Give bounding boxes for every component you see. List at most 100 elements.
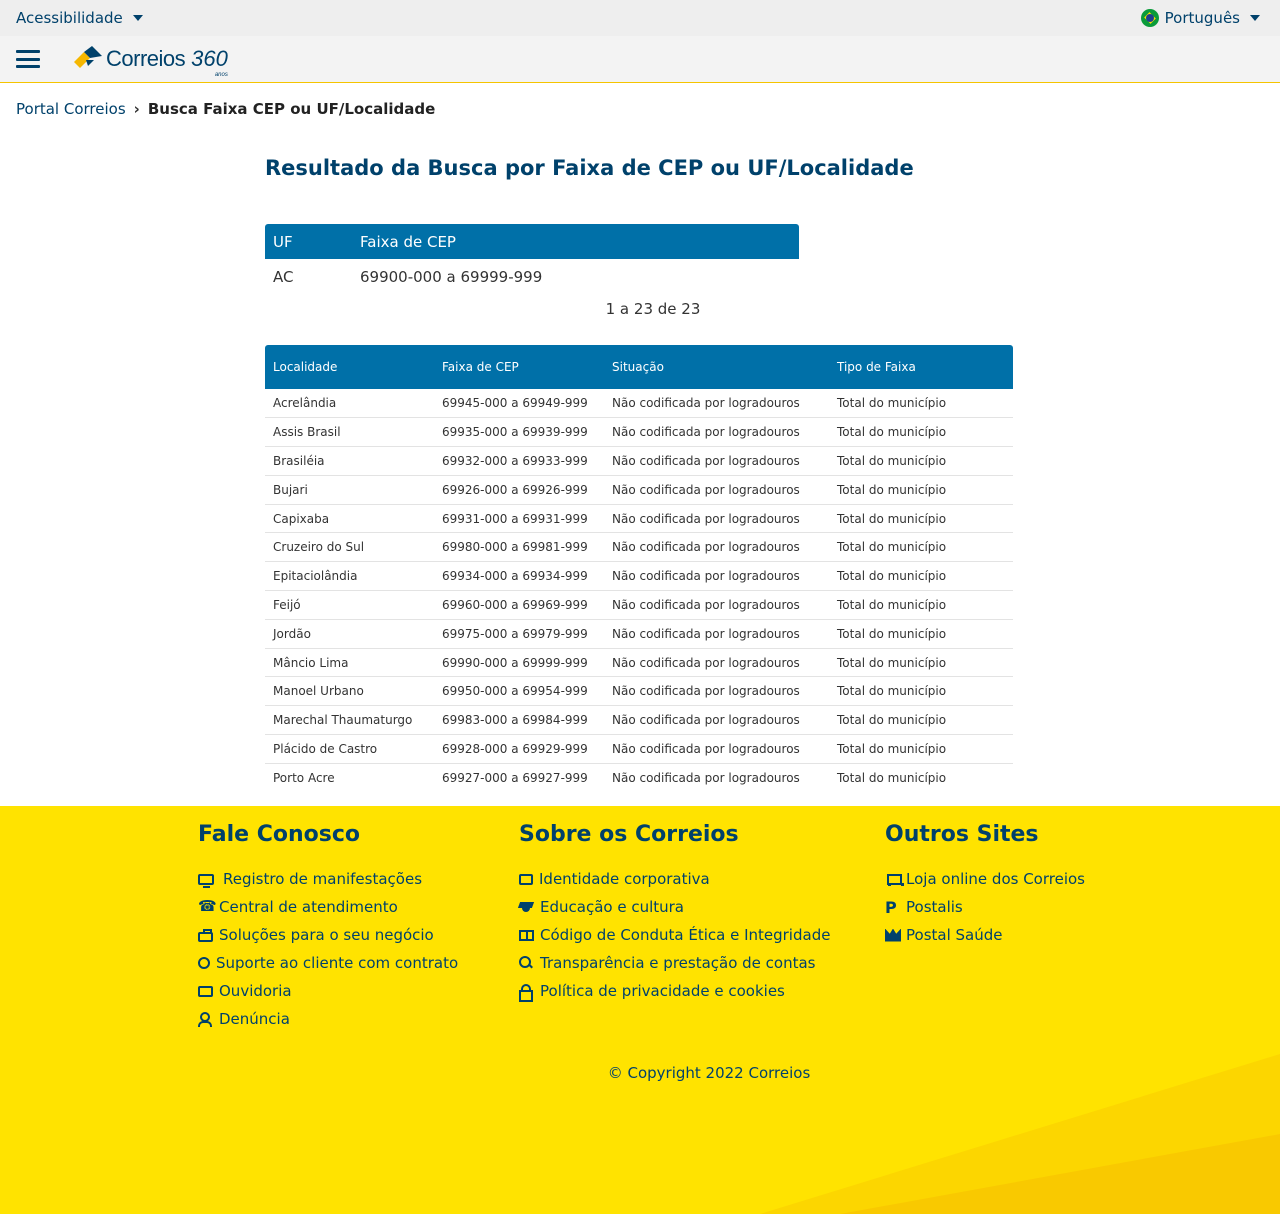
footer-link-label: Política de privacidade e cookies [540, 982, 785, 1000]
site-footer: Fale Conosco Registro de manifestações C… [0, 806, 1280, 1214]
footer-link[interactable]: Educação e cultura [519, 893, 830, 921]
correios-logo[interactable]: Correios 360 anos [72, 46, 228, 78]
faixa-cep-cell: 69900-000 a 69999-999 [360, 268, 543, 286]
footer-col-title: Sobre os Correios [519, 822, 739, 847]
localidade-cell: Feijó [265, 590, 434, 620]
language-selector[interactable]: Português [1140, 9, 1260, 27]
uf-header: UF [265, 224, 352, 259]
faixa-cep-cell: 69945-000 a 69949-999 [434, 389, 604, 419]
faixa-cep-cell: 69927-000 a 69927-999 [442, 771, 588, 785]
postalis-icon [885, 900, 900, 915]
footer-decoration [840, 1134, 1280, 1214]
briefcase-icon [198, 928, 213, 942]
tipo-faixa-cell: Total do município [829, 389, 1013, 419]
localidade-cell: Bujari [265, 475, 434, 505]
logo-wordmark: Correios [106, 46, 186, 71]
footer-col-outros-sites: Outros Sites Loja online dos Correios Po… [885, 822, 1085, 949]
localidade-cell: Acrelândia [265, 389, 434, 419]
accessibility-label: Acessibilidade [16, 9, 123, 27]
table-row: Mâncio Lima 69990-000 a 69999-999 Não codi… [265, 648, 1013, 678]
tipo-faixa-cell: Total do município [829, 676, 1013, 707]
correios-logo-mark-icon [74, 46, 102, 68]
language-label: Português [1164, 9, 1240, 27]
postal-saude-icon [885, 928, 900, 943]
localidade-cell: Porto Acre [273, 771, 335, 785]
footer-link-label: Registro de manifestações [223, 870, 423, 888]
footer-link-label: Educação e cultura [540, 898, 684, 916]
footer-link-label: Transparência e prestação de contas [540, 954, 816, 972]
localidade-table-body: Acrelândia 69945-000 a 69949-999 Não codif… [265, 389, 1013, 792]
footer-link-label: Central de atendimento [219, 898, 398, 916]
search-icon [519, 955, 534, 971]
page-title: Resultado da Busca por Faixa de CEP ou U… [265, 156, 914, 180]
chevron-down-icon [1250, 15, 1260, 21]
footer-link[interactable]: Registro de manifestações [198, 865, 458, 893]
situacao-cell: Não codificada por logradouros [604, 475, 829, 505]
tipo-faixa-cell: Total do município [829, 475, 1013, 505]
breadcrumb-home-link[interactable]: Portal Correios [16, 100, 126, 118]
uf-table: UF Faixa de CEP AC 69900-000 a 69999-999 [265, 224, 799, 295]
book-icon [519, 929, 534, 941]
faixa-cep-cell: 69928-000 a 69929-999 [434, 734, 604, 764]
faixa-cep-header: Faixa de CEP [434, 345, 604, 389]
footer-link-label: Identidade corporativa [539, 870, 710, 888]
situacao-cell: Não codificada por logradouros [612, 771, 800, 785]
id-card-icon [519, 873, 533, 885]
lock-icon [519, 983, 534, 1002]
footer-link[interactable]: Soluções para o seu negócio [198, 921, 458, 949]
breadcrumb-separator-icon: › [133, 100, 140, 118]
footer-link[interactable]: Política de privacidade e cookies [519, 977, 830, 1005]
situacao-cell: Não codificada por logradouros [604, 561, 829, 592]
footer-link[interactable]: Transparência e prestação de contas [519, 949, 830, 977]
footer-link-label: Ouvidoria [219, 982, 292, 1000]
situacao-cell: Não codificada por logradouros [604, 705, 829, 736]
footer-link[interactable]: Central de atendimento [198, 893, 458, 921]
situacao-header: Situação [604, 345, 829, 389]
footer-link-label: Postal Saúde [906, 926, 1003, 944]
table-row: AC 69900-000 a 69999-999 [265, 259, 799, 295]
tipo-faixa-cell: Total do município [829, 648, 1013, 678]
phone-icon [198, 897, 217, 915]
menu-icon[interactable] [16, 50, 40, 68]
footer-link[interactable]: Identidade corporativa [519, 865, 830, 893]
localidade-header: Localidade [265, 345, 434, 389]
localidade-table: Localidade Faixa de CEP Situação Tipo de… [265, 345, 1013, 792]
pagination-info: 1 a 23 de 23 [605, 300, 701, 318]
situacao-cell: Não codificada por logradouros [604, 590, 829, 620]
localidade-cell: Jordão [265, 619, 434, 649]
tipo-faixa-cell: Total do município [829, 590, 1013, 620]
table-row: Epitaciolândia 69934-000 a 69934-999 Não c… [265, 561, 1013, 592]
footer-link[interactable]: Ouvidoria [198, 977, 458, 1005]
table-row: Capixaba 69931-000 a 69931-999 Não codific… [265, 504, 1013, 534]
footer-link[interactable]: Postalis [885, 893, 1085, 921]
footer-link[interactable]: Denúncia [198, 1005, 458, 1033]
faixa-cep-cell: 69975-000 a 69979-999 [434, 619, 604, 649]
situacao-cell: Não codificada por logradouros [604, 619, 829, 649]
footer-col-title: Outros Sites [885, 822, 1039, 847]
table-row: Plácido de Castro 69928-000 a 69929-999 Nã… [265, 734, 1013, 764]
localidade-cell: Plácido de Castro [265, 734, 434, 764]
chevron-down-icon [132, 15, 143, 21]
localidade-cell: Cruzeiro do Sul [265, 532, 434, 563]
breadcrumb-current: Busca Faixa CEP ou UF/Localidade [147, 100, 436, 118]
footer-link-label: Postalis [906, 898, 963, 916]
footer-link[interactable]: Código de Conduta Ética e Integridade [519, 921, 830, 949]
footer-link[interactable]: Suporte ao cliente com contrato [198, 949, 458, 977]
site-header: Correios 360 anos [0, 36, 1280, 83]
footer-link[interactable]: Loja online dos Correios [885, 865, 1085, 893]
faixa-cep-cell: 69980-000 a 69981-999 [434, 532, 604, 563]
uf-cell: AC [273, 268, 294, 286]
accessibility-menu[interactable]: Acessibilidade [16, 9, 143, 27]
logo-360-number: 360 [191, 46, 228, 71]
table-row: Jordão 69975-000 a 69979-999 Não codificad… [265, 619, 1013, 649]
faixa-cep-cell: 69950-000 a 69954-999 [434, 676, 604, 707]
footer-col-title: Fale Conosco [198, 822, 360, 847]
tipo-faixa-cell: Total do município [829, 532, 1013, 563]
chat-icon [198, 985, 213, 997]
tipo-faixa-cell: Total do município [829, 446, 1013, 476]
localidade-cell: Capixaba [265, 504, 434, 534]
situacao-cell: Não codificada por logradouros [604, 417, 829, 448]
situacao-cell: Não codificada por logradouros [604, 648, 829, 678]
faixa-cep-cell: 69990-000 a 69999-999 [434, 648, 604, 678]
footer-link[interactable]: Postal Saúde [885, 921, 1085, 949]
